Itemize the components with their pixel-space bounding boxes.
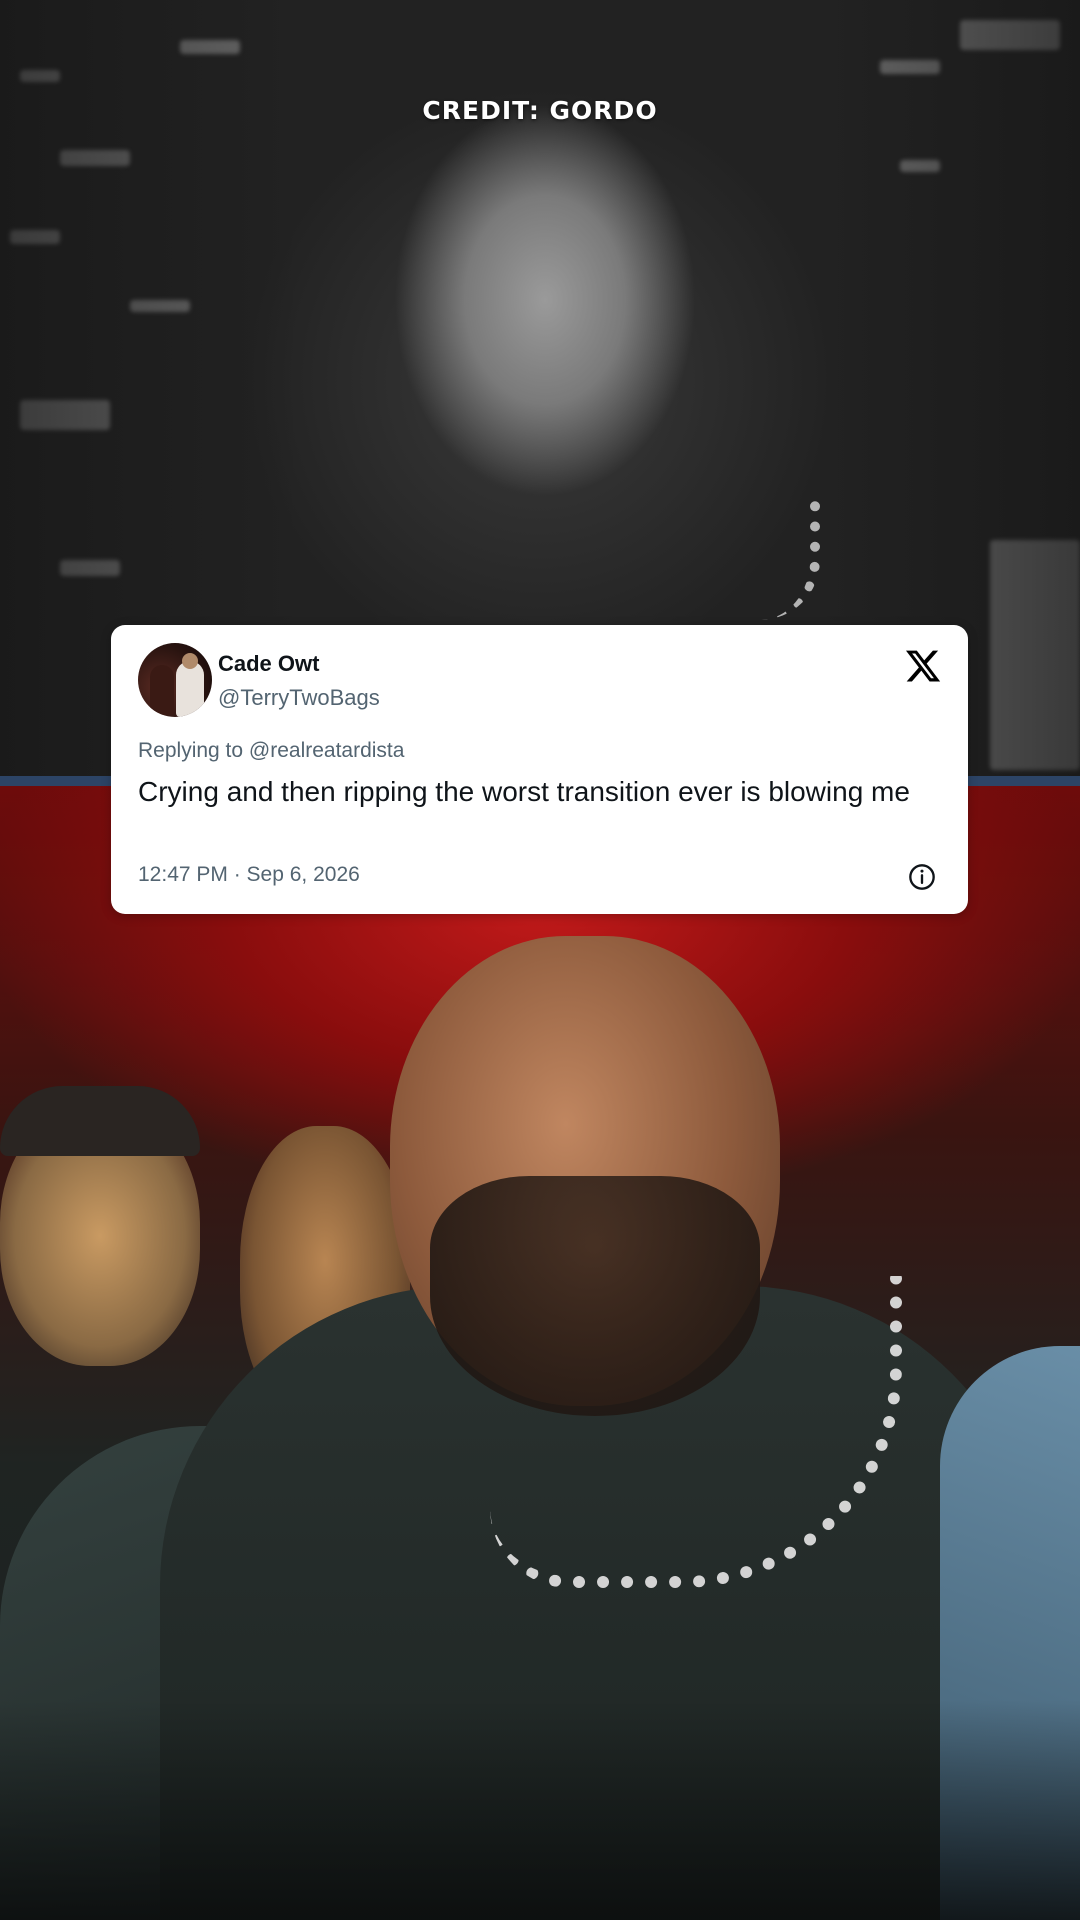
display-name[interactable]: Cade Owt [218, 651, 319, 677]
avatar-figure [150, 665, 174, 715]
tweet-text: Crying and then ripping the worst transi… [138, 776, 910, 807]
bottom-shade [0, 1700, 1080, 1920]
x-logo-icon[interactable] [904, 647, 942, 685]
credit-caption: CREDIT: GORDO [422, 96, 658, 125]
chain-necklace [700, 500, 820, 620]
avatar-head [182, 653, 198, 669]
avatar-figure [176, 661, 204, 717]
replying-to: Replying to @realreatardista [138, 739, 405, 762]
bottom-video-panel [0, 786, 1080, 1920]
info-icon[interactable] [908, 863, 936, 891]
video-frame: CREDIT: GORDO Cade Owt @TerryTwoBags Rep… [0, 0, 1080, 1920]
avatar[interactable] [138, 643, 212, 717]
tweet-card[interactable]: Cade Owt @TerryTwoBags Replying to @real… [111, 625, 968, 914]
user-handle[interactable]: @TerryTwoBags [218, 685, 380, 711]
baseball-cap [0, 1086, 200, 1156]
tweet-timestamp[interactable]: 12:47 PM · Sep 6, 2026 [138, 863, 360, 887]
